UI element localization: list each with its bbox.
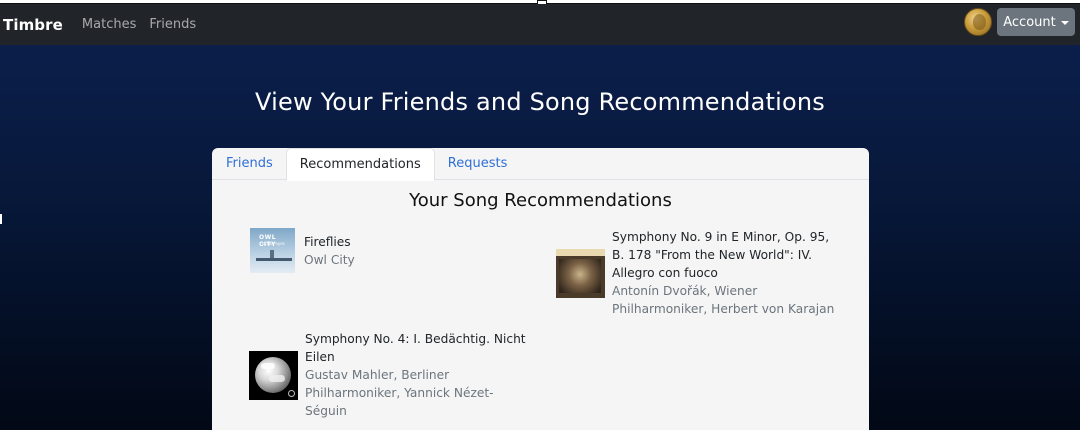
tab-friends[interactable]: Friends [213, 148, 286, 179]
song-item-dvorak[interactable]: DG Symphony No. 9 in E Minor, Op. 95, B.… [556, 228, 836, 318]
account-dropdown-button[interactable]: Account [997, 8, 1075, 36]
song-meta: Fireflies Owl City [304, 233, 355, 269]
avatar-face [973, 14, 986, 30]
brand-logo[interactable]: Timbre [3, 16, 63, 34]
song-artist: Owl City [304, 252, 355, 267]
song-item-mahler[interactable]: Symphony No. 4: I. Bedächtig. Nicht Eile… [249, 330, 529, 420]
song-artist: Gustav Mahler, Berliner Philharmoniker, … [305, 368, 494, 418]
caret-down-icon [1060, 20, 1069, 25]
song-meta: Symphony No. 4: I. Bedächtig. Nicht Eile… [305, 330, 529, 420]
page-title: View Your Friends and Song Recommendatio… [255, 88, 825, 116]
account-button-label: Account [1003, 14, 1056, 30]
tab-recommendations[interactable]: Recommendations [285, 148, 435, 181]
song-title: Symphony No. 4: I. Bedächtig. Nicht Eile… [305, 332, 526, 364]
nav-link-matches[interactable]: Matches [82, 17, 136, 32]
tab-bar: Friends Recommendations Requests [212, 148, 869, 181]
avatar[interactable] [964, 8, 992, 36]
navbar: Timbre Matches Friends Account [0, 4, 1080, 45]
song-item-fireflies[interactable]: OWL CITY ocean eyes Fireflies Owl City [250, 228, 480, 273]
nav-link-friends[interactable]: Friends [149, 17, 196, 32]
owl-city-album-art-icon: OWL CITY ocean eyes [250, 228, 295, 273]
song-meta: Symphony No. 9 in E Minor, Op. 95, B. 17… [612, 228, 836, 318]
song-title: Symphony No. 9 in E Minor, Op. 95, B. 17… [612, 230, 830, 280]
edge-marker [0, 214, 2, 224]
deutsche-grammophon-album-art-icon: DG [556, 248, 605, 298]
earth-album-art-icon [249, 350, 298, 400]
song-artist: Antonín Dvořák, Wiener Philharmoniker, H… [612, 284, 835, 316]
section-title: Your Song Recommendations [409, 190, 672, 211]
friends-card: Friends Recommendations Requests Your So… [212, 148, 869, 430]
song-title: Fireflies [304, 234, 351, 249]
tab-requests[interactable]: Requests [435, 148, 521, 179]
nav-right: Account [964, 8, 1075, 36]
